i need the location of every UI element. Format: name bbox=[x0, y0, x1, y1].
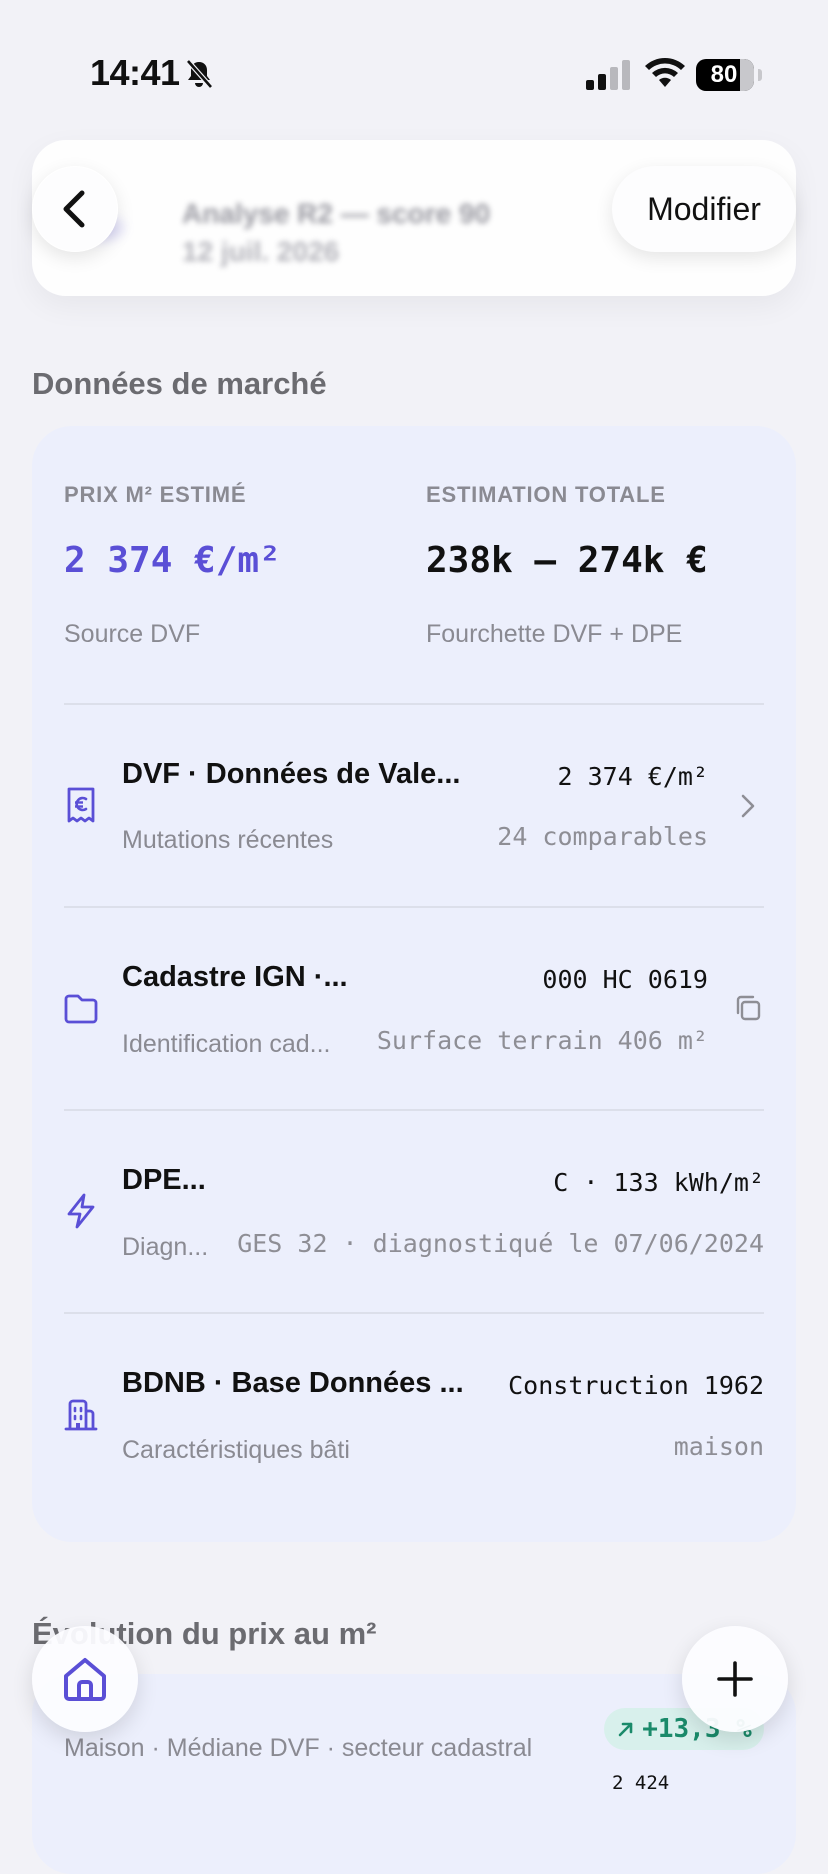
total-label: ESTIMATION TOTALE bbox=[426, 482, 666, 507]
row-subtitle: Caractéristiques bâti bbox=[122, 1436, 350, 1464]
row-value: 000 HC 0619 bbox=[542, 965, 708, 994]
signal-icon bbox=[586, 60, 630, 90]
divider bbox=[64, 703, 764, 705]
building-icon bbox=[64, 1399, 98, 1431]
divider bbox=[64, 1109, 764, 1111]
row-value-secondary: GES 32 · diagnostiqué le 07/06/2024 bbox=[237, 1229, 764, 1258]
total-value: 238k – 274k € bbox=[426, 540, 708, 581]
row-value-secondary: Surface terrain 406 m² bbox=[376, 1026, 708, 1055]
copy-icon[interactable] bbox=[732, 992, 764, 1024]
receipt-euro-icon bbox=[67, 787, 95, 823]
back-button[interactable] bbox=[32, 166, 118, 252]
chevron-left-icon bbox=[63, 190, 85, 228]
folder-icon bbox=[64, 994, 98, 1024]
divider bbox=[64, 1312, 764, 1314]
plus-icon bbox=[717, 1661, 753, 1697]
row-value: Construction 1962 bbox=[508, 1371, 764, 1400]
price-source: Source DVF bbox=[64, 620, 201, 648]
header-date: 12 juil. 2026 bbox=[182, 236, 340, 267]
row-value: 2 374 €/m² bbox=[557, 762, 708, 791]
battery-level: 80 bbox=[710, 61, 738, 88]
arrow-up-right-icon bbox=[618, 1722, 633, 1737]
home-icon bbox=[64, 1658, 106, 1701]
battery-icon: 80 bbox=[696, 59, 762, 91]
header-title: Analyse R2 — score 90 bbox=[182, 198, 491, 229]
row-value-secondary: maison bbox=[673, 1432, 764, 1461]
lightning-icon bbox=[67, 1193, 95, 1229]
home-button[interactable] bbox=[32, 1626, 138, 1732]
modify-button[interactable]: Modifier bbox=[612, 166, 796, 252]
row-title: DVF · Données de Vale... bbox=[122, 758, 461, 790]
wifi-icon bbox=[645, 58, 685, 87]
price-evolution-card bbox=[32, 1674, 796, 1874]
y-axis-tick: 2 424 bbox=[612, 1772, 670, 1794]
chart-subtitle: Maison · Médiane DVF · secteur cadastral bbox=[64, 1734, 533, 1762]
row-subtitle: Diagn... bbox=[122, 1233, 209, 1261]
price-label: PRIX M² ESTIMÉ bbox=[64, 482, 247, 507]
row-subtitle: Identification cad... bbox=[122, 1030, 331, 1058]
price-value: 2 374 €/m² bbox=[64, 540, 281, 581]
row-value-secondary: 24 comparables bbox=[497, 822, 708, 851]
row-value: C · 133 kWh/m² bbox=[553, 1168, 764, 1197]
row-title: Cadastre IGN ·... bbox=[122, 961, 348, 993]
row-title: BDNB · Base Données ... bbox=[122, 1367, 464, 1399]
row-title: DPE... bbox=[122, 1164, 206, 1196]
chevron-right-icon bbox=[741, 794, 755, 818]
section-title-market: Données de marché bbox=[32, 366, 327, 401]
status-time: 14:41 bbox=[90, 52, 180, 93]
divider bbox=[64, 906, 764, 908]
bell-slash-icon bbox=[186, 59, 213, 89]
row-subtitle: Mutations récentes bbox=[122, 826, 334, 854]
total-source: Fourchette DVF + DPE bbox=[426, 620, 683, 648]
add-button[interactable] bbox=[682, 1626, 788, 1732]
